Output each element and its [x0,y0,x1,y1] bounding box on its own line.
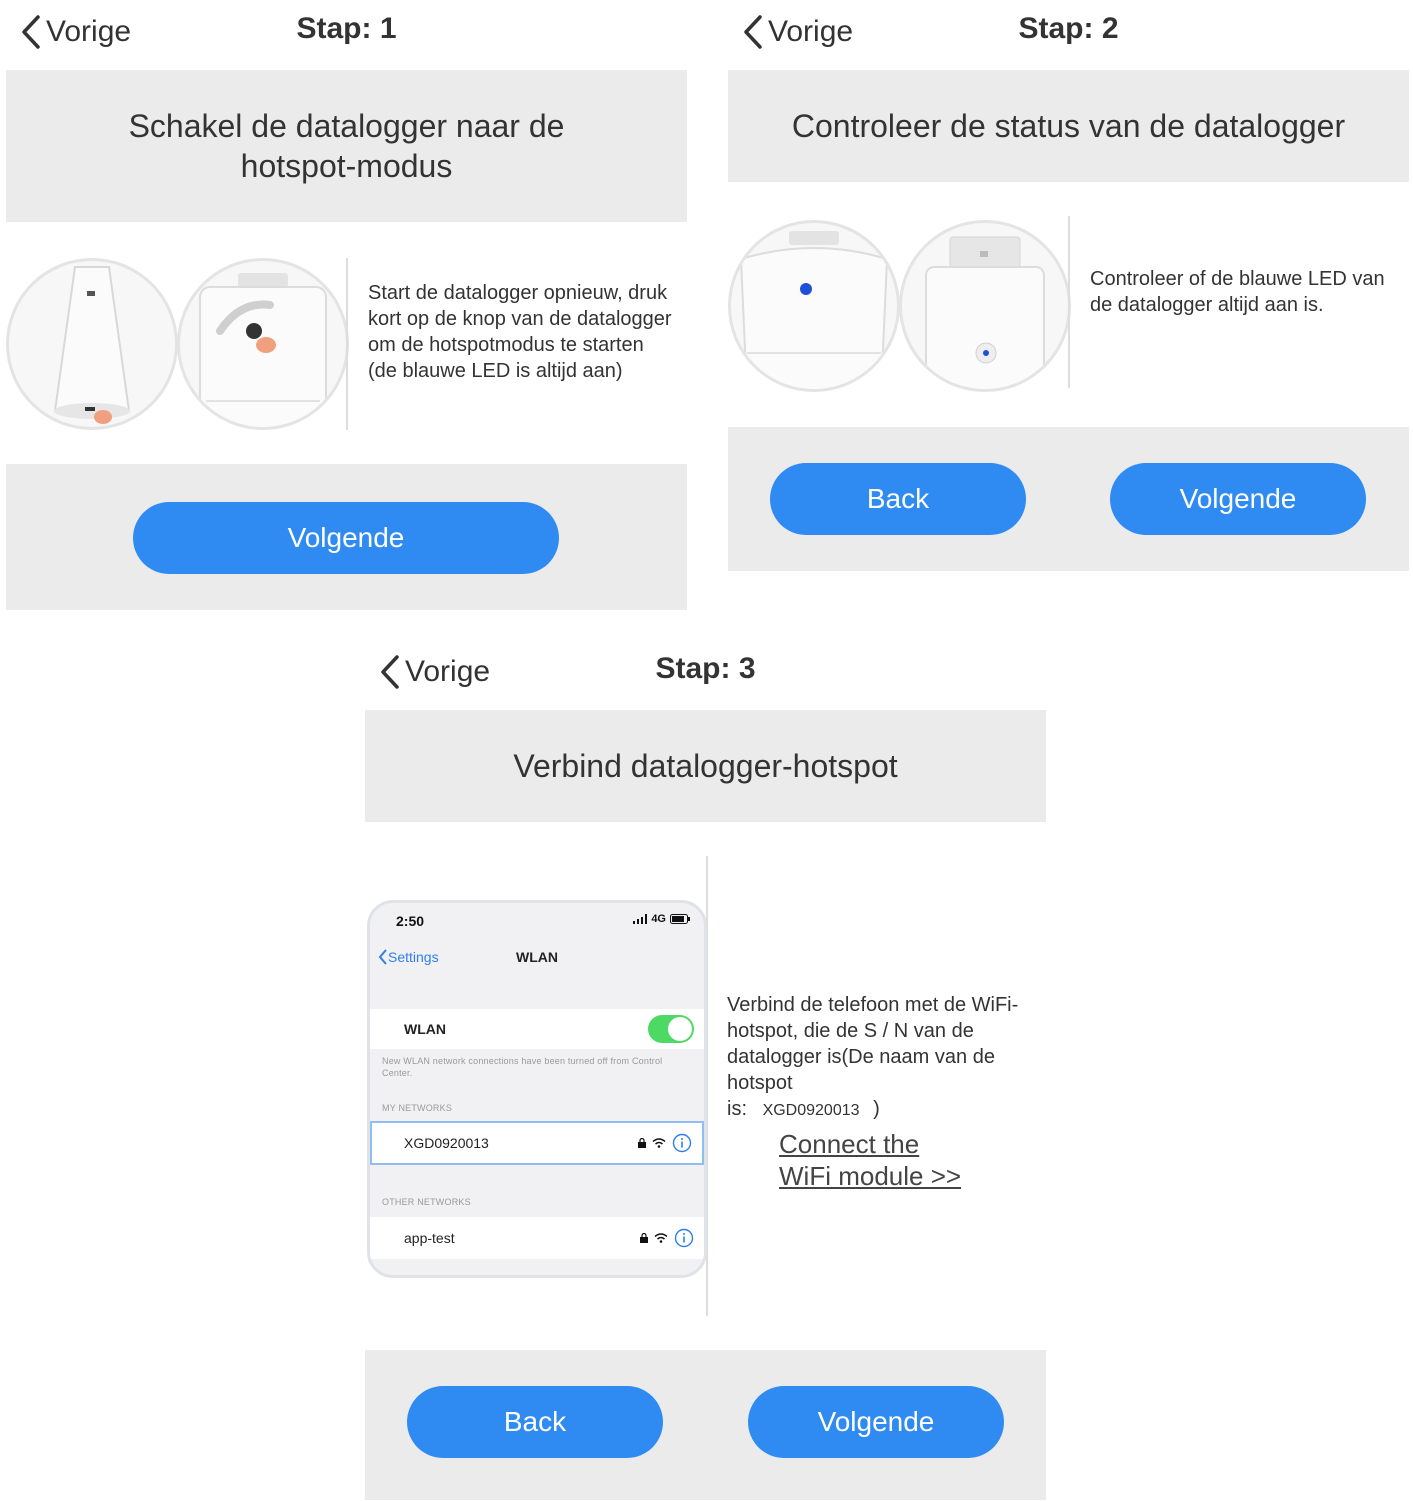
step-title: Stap: 2 [1018,12,1119,45]
step-header: Schakel de datalogger naar de hotspot-mo… [6,70,687,222]
description-text: Verbind de telefoon met de WiFi-hotspot,… [727,994,1019,1094]
lock-icon [638,1138,646,1148]
link-line1: Connect the [779,1129,920,1159]
phone-nav-bar: Settings WLAN [370,943,704,979]
step-footer: Back Volgende [728,427,1409,571]
datalogger-led-illustration [728,220,900,392]
header-title: Controleer de status van de datalogger [791,108,1346,144]
header-title-line1: Schakel de datalogger naar de [128,108,565,144]
battery-icon [670,914,690,924]
header-title: Verbind datalogger-hotspot [513,748,898,784]
datalogger-button-illustration [177,258,349,430]
network-name: XGD0920013 [404,1135,489,1151]
signal-icon [633,914,648,924]
step2-panel: Vorige Stap: 2 Controleer de status van … [728,0,1409,571]
wifi-icon [652,1138,666,1148]
wifi-icon [654,1233,668,1243]
connect-wifi-module-link[interactable]: Connect the WiFi module >> [779,1128,961,1192]
next-button[interactable]: Volgende [133,502,559,574]
phone-time: 2:50 [396,913,425,929]
top-bar: Vorige Stap: 2 [728,0,1409,70]
back-button[interactable]: Back [770,463,1026,535]
content-area: 2:50 4G Settings WLAN WLAN New WLAN netw… [365,822,1046,1350]
hotspot-prefix: is: [727,1098,747,1120]
lock-icon [640,1233,648,1243]
network-icons [640,1228,694,1248]
step-description: Controleer of de blauwe LED van de datal… [1090,268,1385,316]
step-title: Stap: 1 [296,12,397,45]
my-networks-header: MY NETWORKS [382,1103,453,1113]
phone-nav-title: WLAN [516,949,558,965]
wlan-toggle[interactable] [648,1015,694,1043]
step3-panel: Vorige Stap: 3 Verbind datalogger-hotspo… [365,640,1046,1500]
network-name: app-test [404,1230,455,1246]
step1-panel: Vorige Stap: 1 Schakel de datalogger naa… [6,0,687,610]
back-button[interactable]: Back [407,1386,663,1458]
step-footer: Back Volgende [365,1350,1046,1500]
step-description: Start de datalogger opnieuw, druk kort o… [368,282,672,382]
network-type: 4G [651,913,666,925]
wlan-toggle-row: WLAN [370,1009,704,1049]
step-footer: Volgende [6,464,687,610]
wlan-label: WLAN [404,1021,446,1037]
network-row-xgd0920013[interactable]: XGD0920013 [370,1121,704,1165]
step-header: Verbind datalogger-hotspot [365,710,1046,822]
toggle-knob [668,1017,692,1041]
step-title: Stap: 3 [655,652,756,685]
other-networks-header: OTHER NETWORKS [382,1197,471,1207]
info-icon[interactable] [672,1133,692,1153]
content-area: Start de datalogger opnieuw, druk kort o… [6,222,687,464]
divider [1068,216,1070,388]
phone-screenshot: 2:50 4G Settings WLAN WLAN New WLAN netw… [367,900,707,1278]
wlan-notice: New WLAN network connections have been t… [382,1056,663,1078]
hotspot-suffix: ) [873,1098,880,1120]
top-bar: Vorige Stap: 3 [365,640,1046,710]
link-line2: WiFi module >> [779,1161,962,1191]
network-row-app-test[interactable]: app-test [370,1217,704,1259]
next-button[interactable]: Volgende [748,1386,1004,1458]
phone-status-icons: 4G [633,913,690,925]
next-button[interactable]: Volgende [1110,463,1366,535]
step-description: Verbind de telefoon met de WiFi-hotspot,… [727,992,1027,1124]
info-icon[interactable] [674,1228,694,1248]
network-icons [638,1133,692,1153]
divider [346,258,348,430]
top-bar: Vorige Stap: 1 [6,0,687,70]
step-header: Controleer de status van de datalogger [728,70,1409,182]
content-area: Controleer of de blauwe LED van de datal… [728,182,1409,427]
datalogger-front-illustration [899,220,1071,392]
phone-status-bar: 2:50 4G [396,913,690,933]
hotspot-name: XGD0920013 [762,1102,860,1119]
datalogger-bottom-illustration [6,258,178,430]
header-title-line2: hotspot-modus [240,148,453,184]
